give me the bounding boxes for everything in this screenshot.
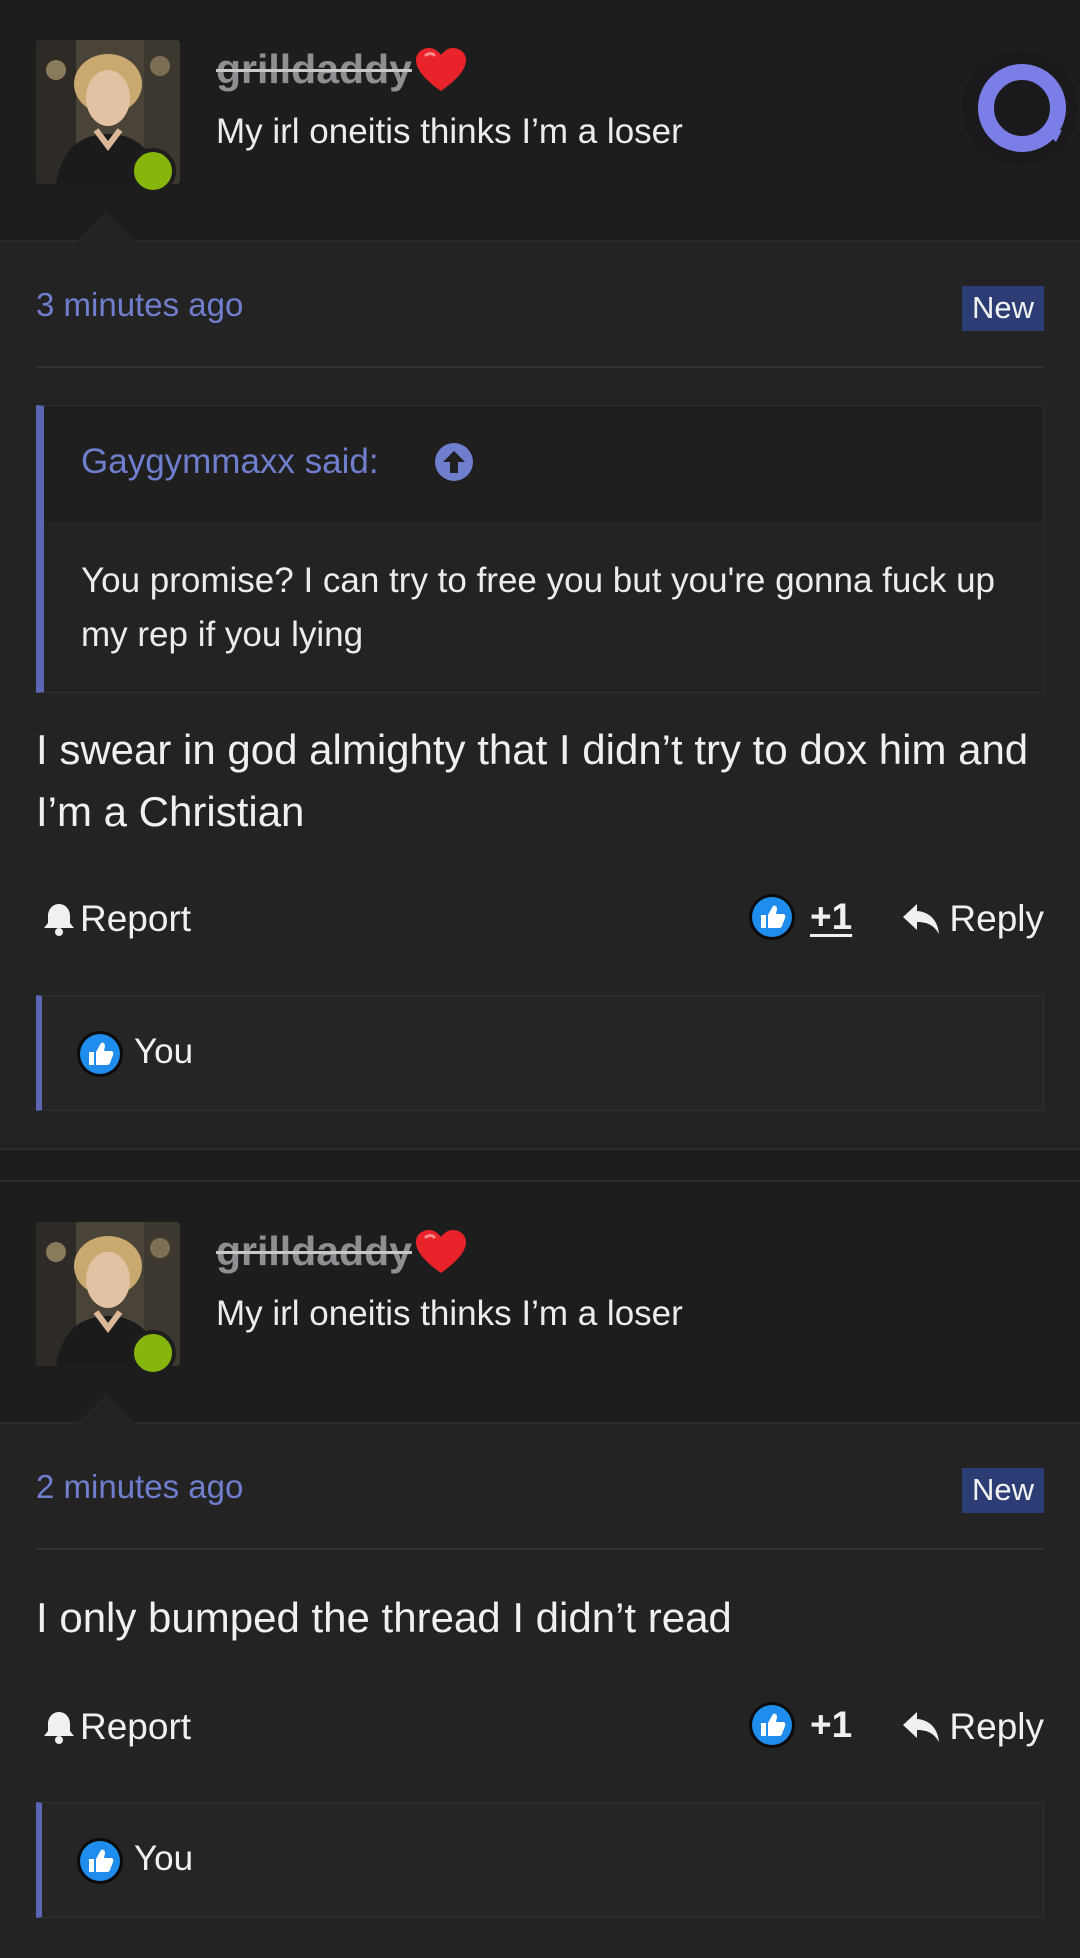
reactor-name[interactable]: You xyxy=(134,1839,193,1879)
username-text[interactable]: grilldaddy xyxy=(216,1228,412,1275)
user-title: My irl oneitis thinks I’m a loser xyxy=(216,1294,683,1333)
like-count[interactable]: +1 xyxy=(810,1704,852,1746)
report-label[interactable]: Report xyxy=(80,898,191,940)
quote-header[interactable]: Gaygymmaxx said: xyxy=(44,406,1043,522)
quote-text: You promise? I can try to free you but y… xyxy=(81,561,995,654)
like-button[interactable]: +1 xyxy=(748,890,852,944)
reply-label[interactable]: Reply xyxy=(949,1706,1044,1748)
post-user-header: grilldaddy My irl oneitis thinks I’m a l… xyxy=(0,1182,1080,1424)
report-button[interactable]: Report xyxy=(42,898,191,940)
reply-arrow-icon xyxy=(901,902,941,936)
thumbs-up-icon[interactable] xyxy=(748,893,796,941)
reactions-bar[interactable]: You xyxy=(36,995,1044,1111)
bell-icon xyxy=(42,1709,76,1745)
post-timestamp[interactable]: 3 minutes ago xyxy=(36,286,243,324)
report-label[interactable]: Report xyxy=(80,1706,191,1748)
post-separator xyxy=(0,1148,1080,1182)
post-timestamp[interactable]: 2 minutes ago xyxy=(36,1468,243,1506)
username[interactable]: grilldaddy xyxy=(216,46,468,93)
divider xyxy=(36,1548,1044,1550)
report-button[interactable]: Report xyxy=(42,1706,191,1748)
header-pointer xyxy=(76,212,136,242)
header-pointer xyxy=(76,1394,136,1424)
post-body: I swear in god almighty that I didn’t tr… xyxy=(36,726,1029,835)
like-button[interactable]: +1 xyxy=(748,1698,852,1752)
online-status-indicator xyxy=(130,1330,176,1376)
reply-button[interactable]: Reply xyxy=(901,1706,1044,1748)
reply-label[interactable]: Reply xyxy=(949,898,1044,940)
new-badge: New xyxy=(961,1468,1044,1513)
thumbs-up-icon xyxy=(76,1837,124,1885)
reply-button[interactable]: Reply xyxy=(901,898,1044,940)
scroll-up-arrow-icon[interactable] xyxy=(434,442,474,482)
bell-icon xyxy=(42,901,76,937)
post-user-header: grilldaddy My irl oneitis thinks I’m a l… xyxy=(0,0,1080,242)
site-logo-icon[interactable] xyxy=(960,48,1080,168)
user-title: My irl oneitis thinks I’m a loser xyxy=(216,112,683,151)
quote-block: Gaygymmaxx said: You promise? I can try … xyxy=(36,405,1044,693)
thumbs-up-icon[interactable] xyxy=(748,1701,796,1749)
post-actions: Report +1 Reply xyxy=(36,890,1044,950)
quote-author[interactable]: Gaygymmaxx said: xyxy=(81,442,379,482)
new-badge: New xyxy=(961,286,1044,331)
post-meta: 3 minutes ago New xyxy=(36,276,1044,336)
post-meta: 2 minutes ago New xyxy=(36,1458,1044,1518)
reactions-bar[interactable]: You xyxy=(36,1802,1044,1918)
divider xyxy=(36,366,1044,368)
online-status-indicator xyxy=(130,148,176,194)
heart-icon xyxy=(414,1229,468,1275)
heart-icon xyxy=(414,47,468,93)
post-body: I only bumped the thread I didn’t read xyxy=(36,1594,732,1641)
post-actions: Report +1 Reply xyxy=(36,1698,1044,1758)
reactor-name[interactable]: You xyxy=(134,1032,193,1072)
reply-arrow-icon xyxy=(901,1710,941,1744)
username-text[interactable]: grilldaddy xyxy=(216,46,412,93)
username[interactable]: grilldaddy xyxy=(216,1228,468,1275)
thumbs-up-icon xyxy=(76,1030,124,1078)
like-count[interactable]: +1 xyxy=(810,896,852,938)
